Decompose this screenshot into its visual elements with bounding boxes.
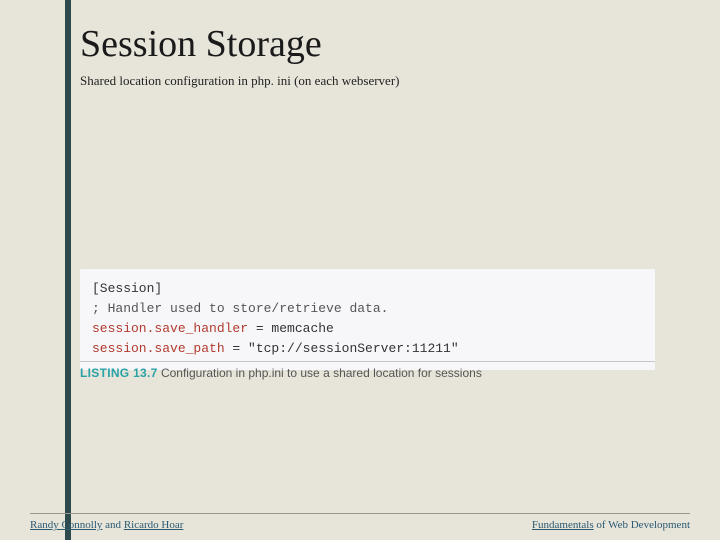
code-section-header: [Session] [92,279,643,299]
accent-bar [65,0,71,540]
listing-caption: Configuration in php.ini to use a shared… [158,366,482,380]
footer-author-1: Randy Connolly [30,519,102,531]
code-listing: [Session] ; Handler used to store/retrie… [80,269,655,370]
code-key-1: session.save_handler [92,321,248,336]
footer-book-word: Fundamentals [532,519,594,531]
code-line-1: session.save_handler = memcache [92,319,643,339]
page-subtitle: Shared location configuration in php. in… [80,73,399,89]
slide: Session Storage Shared location configur… [0,0,720,540]
page-title: Session Storage [80,22,322,66]
footer-and: and [102,519,123,531]
footer-authors: Randy Connolly and Ricardo Hoar [30,519,183,531]
listing-caption-row: LISTING 13.7 Configuration in php.ini to… [80,361,655,380]
code-line-2: session.save_path = "tcp://sessionServer… [92,339,643,359]
footer-book-title: Fundamentals of Web Development [532,519,690,531]
code-rest-2: = "tcp://sessionServer:11211" [225,341,459,356]
footer-author-2: Ricardo Hoar [124,519,184,531]
code-comment: ; Handler used to store/retrieve data. [92,299,643,319]
footer-book-rest: of Web Development [594,519,690,531]
footer-divider [30,513,690,514]
code-key-2: session.save_path [92,341,225,356]
listing-label: LISTING 13.7 [80,366,158,380]
code-rest-1: = memcache [248,321,334,336]
